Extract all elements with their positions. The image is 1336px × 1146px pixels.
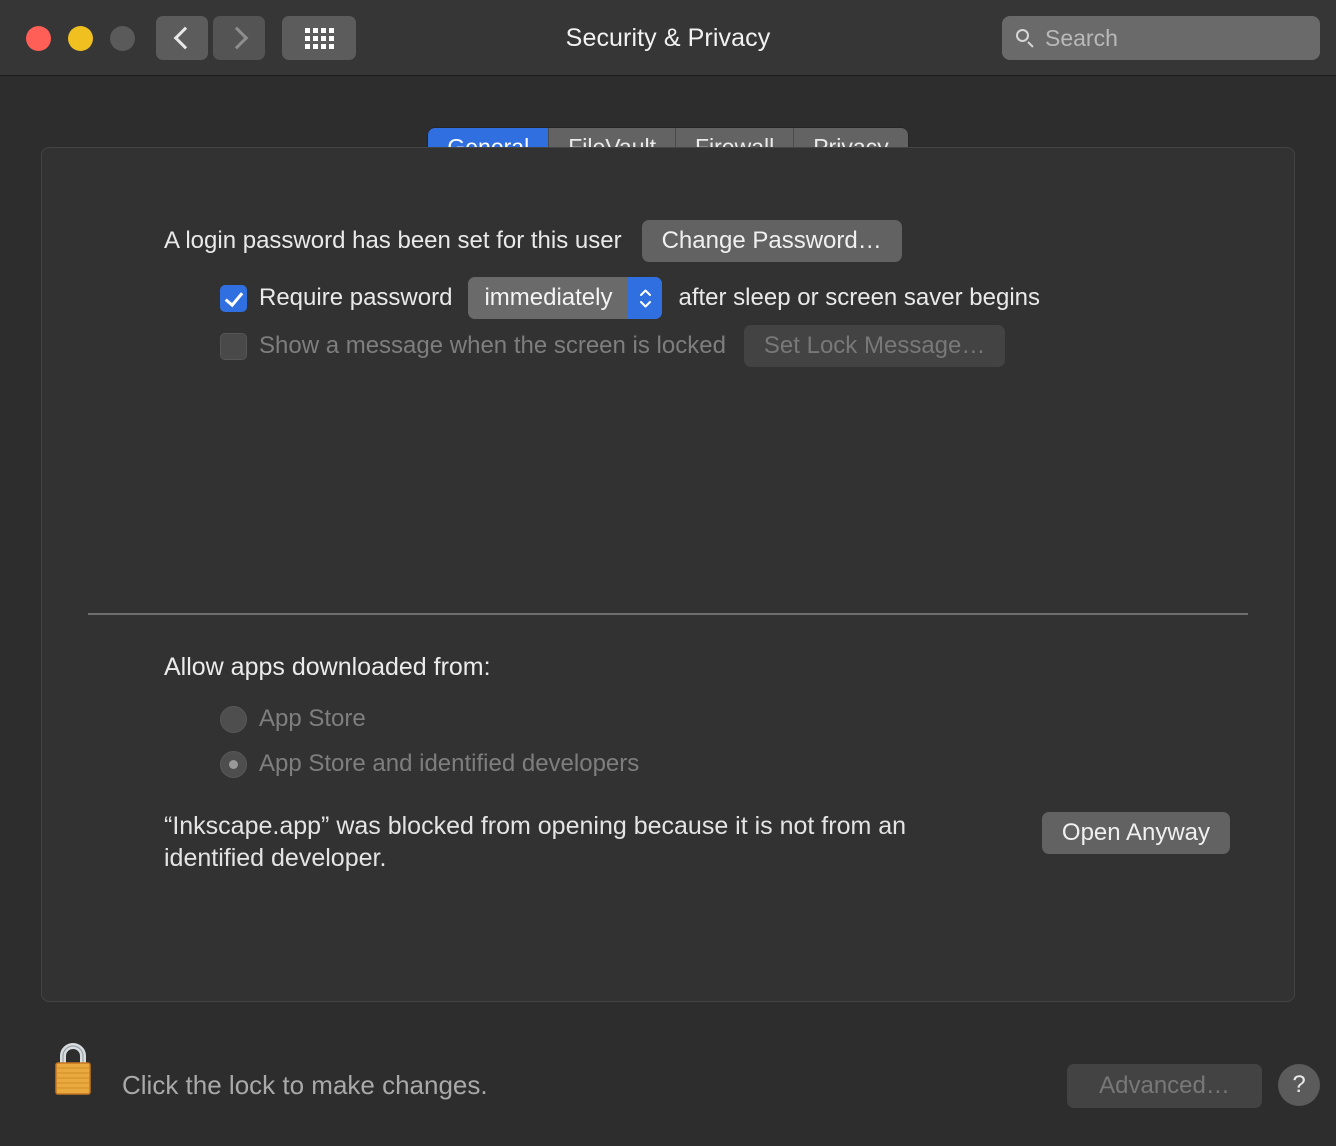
show-lock-message-label: Show a message when the screen is locked — [259, 332, 726, 360]
open-anyway-button[interactable]: Open Anyway — [1042, 812, 1230, 854]
allow-apps-group: Allow apps downloaded from: App Store Ap… — [164, 653, 1248, 874]
radio-app-store-label: App Store — [259, 705, 366, 733]
window-footer: Click the lock to make changes. Advanced… — [0, 1002, 1336, 1146]
general-settings-panel: A login password has been set for this u… — [41, 147, 1295, 1002]
allow-apps-title: Allow apps downloaded from: — [164, 653, 1248, 682]
allow-apps-option-identified-developers[interactable]: App Store and identified developers — [220, 750, 1248, 778]
change-password-button[interactable]: Change Password… — [642, 220, 902, 262]
require-password-delay-value: immediately — [468, 277, 628, 319]
radio-identified-developers-label: App Store and identified developers — [259, 750, 639, 778]
advanced-button[interactable]: Advanced… — [1067, 1064, 1262, 1108]
chevron-up-icon — [640, 289, 651, 296]
require-password-label: Require password — [259, 284, 452, 312]
login-password-row: A login password has been set for this u… — [164, 220, 902, 262]
section-divider — [88, 613, 1248, 615]
login-password-status-label: A login password has been set for this u… — [164, 227, 622, 255]
require-password-delay-popup[interactable]: immediately — [468, 277, 662, 319]
allow-apps-option-app-store[interactable]: App Store — [220, 705, 1248, 733]
search-icon — [1016, 29, 1035, 48]
window-titlebar: Security & Privacy Search — [0, 0, 1336, 76]
require-password-row: Require password immediately after sleep… — [220, 277, 1040, 319]
popup-stepper-arrows-icon — [628, 277, 662, 319]
security-privacy-window: Security & Privacy Search General FileVa… — [0, 0, 1336, 1146]
require-password-checkbox[interactable] — [220, 285, 247, 312]
help-button[interactable]: ? — [1278, 1064, 1320, 1106]
blocked-app-message: “Inkscape.app” was blocked from opening … — [164, 810, 1004, 874]
lock-closed-icon[interactable] — [48, 1040, 98, 1096]
set-lock-message-button[interactable]: Set Lock Message… — [744, 325, 1005, 367]
lock-instruction-label: Click the lock to make changes. — [122, 1070, 488, 1101]
require-password-suffix-label: after sleep or screen saver begins — [678, 284, 1040, 312]
radio-app-store-identified-developers[interactable] — [220, 751, 247, 778]
lock-message-row: Show a message when the screen is locked… — [220, 325, 1005, 367]
show-lock-message-checkbox[interactable] — [220, 333, 247, 360]
search-field[interactable]: Search — [1002, 16, 1320, 60]
radio-app-store[interactable] — [220, 706, 247, 733]
blocked-app-row: “Inkscape.app” was blocked from opening … — [164, 810, 1248, 874]
chevron-down-icon — [640, 301, 651, 308]
search-input[interactable]: Search — [1045, 25, 1118, 52]
